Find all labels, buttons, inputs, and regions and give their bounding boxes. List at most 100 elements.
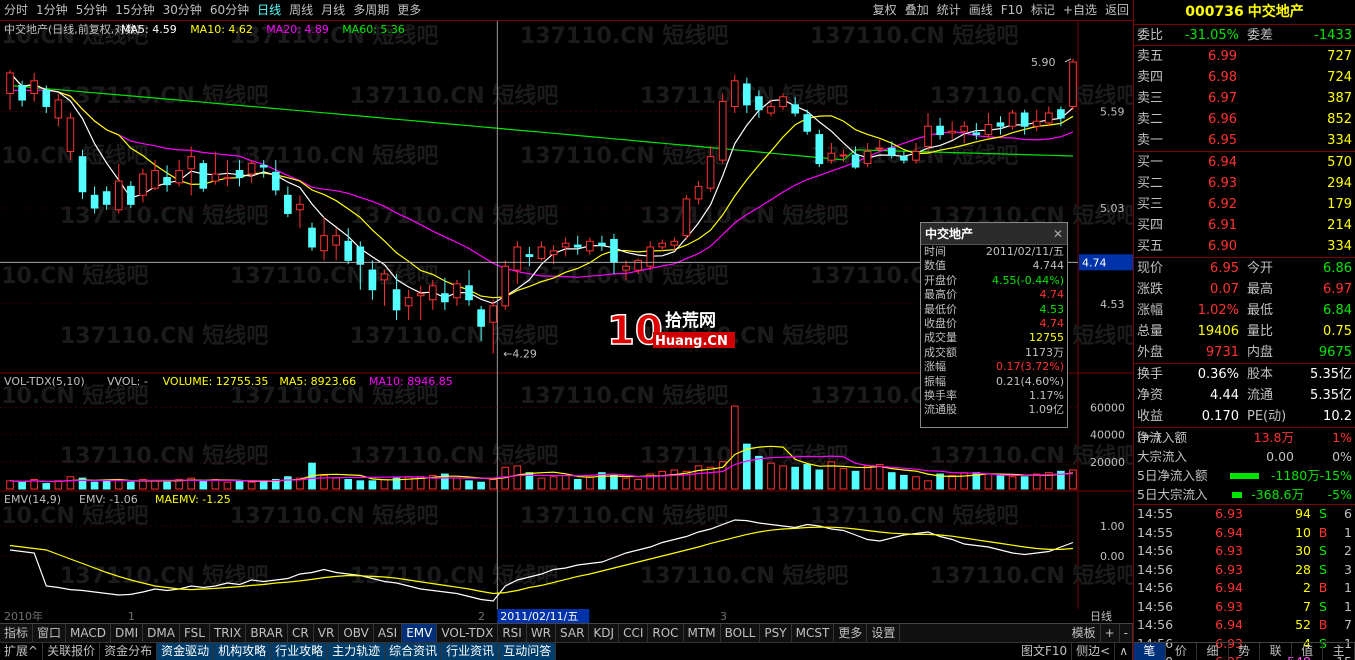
indicator-tab-5[interactable]: FSL: [180, 624, 210, 642]
extension-tab-7[interactable]: 综合资讯: [385, 643, 443, 660]
indicator-tab-19[interactable]: ROC: [648, 624, 684, 642]
period-tab-10[interactable]: 更多: [393, 0, 425, 21]
indicator-tab-25[interactable]: 设置: [867, 624, 901, 642]
candle[interactable]: [924, 113, 932, 152]
indicator-tab-13[interactable]: VOL-TDX: [437, 624, 499, 642]
indicator-tab-8[interactable]: CR: [288, 624, 314, 642]
indicator-tab-2[interactable]: MACD: [66, 624, 112, 642]
candle[interactable]: [948, 121, 956, 140]
extension-tab-6[interactable]: 主力轨迹: [328, 643, 386, 660]
candle[interactable]: [465, 270, 473, 306]
candle[interactable]: [127, 181, 135, 208]
period-label[interactable]: 日线: [1090, 609, 1112, 623]
candle[interactable]: [441, 277, 449, 310]
panel-tab-0[interactable]: 笔: [1134, 643, 1166, 660]
period-tab-9[interactable]: 多周期: [349, 0, 393, 21]
period-tab-1[interactable]: 1分钟: [32, 0, 72, 21]
extension-tab-3[interactable]: 资金驱动: [157, 643, 215, 660]
indicator-tab-1[interactable]: 窗口: [33, 624, 67, 642]
template-button-2[interactable]: -: [1120, 624, 1133, 642]
candle[interactable]: [960, 121, 969, 144]
indicator-tab-17[interactable]: KDJ: [589, 624, 620, 642]
indicator-tab-23[interactable]: MCST: [792, 624, 835, 642]
extension-button-2[interactable]: ∧: [1115, 643, 1133, 660]
indicator-tab-16[interactable]: SAR: [556, 624, 590, 642]
indicator-tab-22[interactable]: PSY: [760, 624, 792, 642]
indicator-tab-15[interactable]: WR: [527, 624, 557, 642]
extension-tab-4[interactable]: 机构攻略: [214, 643, 272, 660]
candle[interactable]: [815, 129, 824, 168]
period-tab-6[interactable]: 日线: [253, 0, 285, 21]
template-button-1[interactable]: +: [1101, 624, 1120, 642]
indicator-tab-0[interactable]: 指标: [0, 624, 34, 642]
extension-tab-5[interactable]: 行业攻略: [271, 643, 329, 660]
period-tab-0[interactable]: 分时: [0, 0, 32, 21]
close-icon[interactable]: ✕: [1053, 223, 1063, 245]
period-tab-4[interactable]: 30分钟: [159, 0, 206, 21]
candle[interactable]: [247, 160, 256, 183]
candle[interactable]: [1032, 109, 1041, 132]
candle[interactable]: [296, 195, 304, 229]
candle[interactable]: [646, 241, 655, 271]
candle[interactable]: [598, 235, 606, 251]
panel-tab-5[interactable]: 值: [1292, 643, 1324, 660]
candle[interactable]: [308, 222, 316, 251]
tick-list[interactable]: 14:55 6.93 94 S 6 14:55 6.94 10 B 1 14:56 6.93 30 S 2 1…: [1134, 505, 1355, 660]
extension-button-1[interactable]: 侧边<: [1072, 643, 1116, 660]
candle[interactable]: [199, 160, 208, 192]
indicator-tab-3[interactable]: DMI: [111, 624, 144, 642]
tool-button-5[interactable]: 标记: [1027, 0, 1059, 21]
candle[interactable]: [1008, 109, 1017, 130]
tool-button-1[interactable]: 叠加: [901, 0, 933, 21]
candle[interactable]: [682, 195, 691, 240]
candle[interactable]: [30, 72, 39, 102]
candle[interactable]: [404, 289, 413, 321]
tool-button-7[interactable]: 返回: [1101, 0, 1133, 21]
candle[interactable]: [718, 93, 727, 164]
panel-tab-6[interactable]: 主: [1323, 643, 1355, 660]
indicator-tab-10[interactable]: OBV: [339, 624, 374, 642]
candle[interactable]: [537, 241, 546, 261]
tool-button-6[interactable]: +自选: [1059, 0, 1101, 21]
candle[interactable]: [114, 163, 123, 214]
period-tab-7[interactable]: 周线: [285, 0, 317, 21]
template-button-0[interactable]: 模板: [1068, 624, 1101, 642]
indicator-tab-4[interactable]: DMA: [143, 624, 180, 642]
candle[interactable]: [585, 237, 594, 255]
candle[interactable]: [573, 235, 582, 255]
extension-tab-0[interactable]: 扩展^: [0, 643, 44, 660]
candle[interactable]: [694, 181, 703, 205]
candle[interactable]: [501, 260, 510, 310]
indicator-tab-20[interactable]: MTM: [684, 624, 721, 642]
candle[interactable]: [1020, 109, 1029, 135]
panel-tab-1[interactable]: 价: [1166, 643, 1198, 660]
candle[interactable]: [344, 228, 353, 265]
period-tab-2[interactable]: 5分钟: [72, 0, 112, 21]
indicator-tab-9[interactable]: VR: [314, 624, 340, 642]
candle[interactable]: [549, 245, 558, 265]
tool-button-3[interactable]: 画线: [965, 0, 997, 21]
indicator-tab-7[interactable]: BRAR: [246, 624, 289, 642]
indicator-tab-11[interactable]: ASI: [374, 624, 403, 642]
candle[interactable]: [175, 160, 183, 187]
tool-button-0[interactable]: 复权: [869, 0, 901, 21]
candle[interactable]: [936, 117, 944, 140]
candle[interactable]: [561, 237, 570, 257]
period-tab-8[interactable]: 月线: [317, 0, 349, 21]
candle[interactable]: [416, 285, 425, 321]
candle[interactable]: [284, 186, 292, 218]
candle[interactable]: [78, 149, 87, 199]
tool-button-2[interactable]: 统计: [933, 0, 965, 21]
extension-tab-1[interactable]: 关联报价: [43, 643, 101, 660]
candle[interactable]: [139, 168, 147, 203]
panel-tab-3[interactable]: 势: [1229, 643, 1261, 660]
candle[interactable]: [996, 116, 1005, 135]
indicator-tab-14[interactable]: RSI: [498, 624, 527, 642]
candle[interactable]: [320, 217, 328, 261]
candle[interactable]: [163, 165, 171, 192]
extension-tab-2[interactable]: 资金分布: [100, 643, 158, 660]
period-tab-5[interactable]: 60分钟: [206, 0, 253, 21]
candle[interactable]: [187, 146, 196, 196]
panel-tab-4[interactable]: 联: [1260, 643, 1292, 660]
candle[interactable]: [6, 69, 14, 110]
